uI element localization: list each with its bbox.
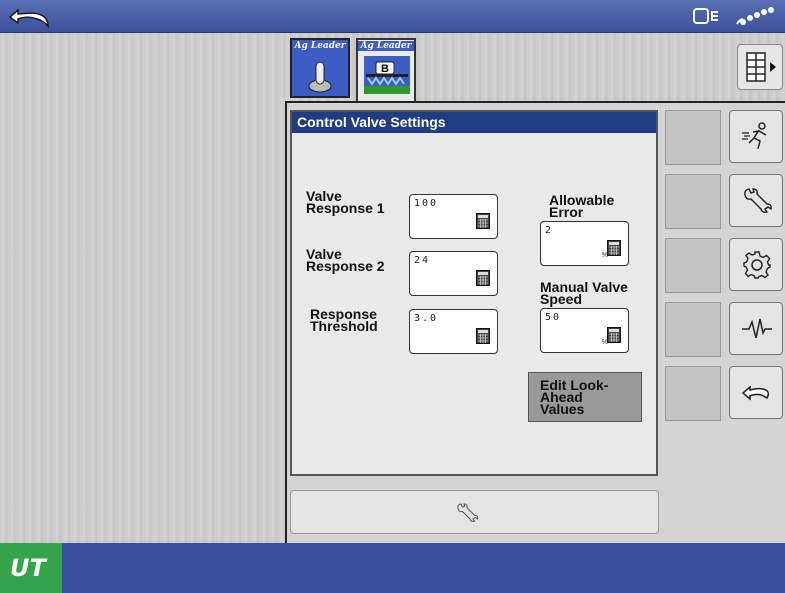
status-indicators xyxy=(691,2,781,30)
response-threshold-label: Response Threshold xyxy=(310,306,378,334)
gear-icon xyxy=(743,251,771,279)
valve-response-2-label: Valve Response 2 xyxy=(306,246,385,274)
side-slot xyxy=(665,110,721,165)
edit-look-ahead-values-button[interactable]: Edit Look- Ahead Values xyxy=(528,372,642,422)
gps-signal-icon xyxy=(736,7,774,25)
universal-terminal-logo[interactable]: UT xyxy=(0,543,62,593)
calculator-icon xyxy=(476,270,490,286)
calculator-icon xyxy=(476,328,490,344)
settings-button[interactable] xyxy=(729,238,783,291)
wrench-icon xyxy=(744,188,772,213)
manual-valve-speed-label: Manual Valve Speed xyxy=(540,279,628,307)
field-value: 3.0 xyxy=(414,313,439,324)
dialog-title: Control Valve Settings xyxy=(292,112,656,133)
field-value: 50 xyxy=(545,312,562,323)
grid-menu-icon xyxy=(746,52,776,82)
valve-response-1-field[interactable]: 100 xyxy=(409,194,498,239)
side-slot xyxy=(665,238,721,293)
side-slot xyxy=(665,366,721,421)
run-screen-area xyxy=(0,33,285,543)
app-tab-ag-leader-a[interactable]: Ag Leader xyxy=(290,38,350,98)
run-screen-button[interactable] xyxy=(729,110,783,163)
back-arrow-icon xyxy=(8,8,49,29)
side-slot xyxy=(665,174,721,229)
allowable-error-label: Allowable Error xyxy=(549,192,615,220)
logo-text: UT xyxy=(10,554,46,582)
response-threshold-field[interactable]: 3.0 xyxy=(409,309,498,354)
tools-button[interactable] xyxy=(290,490,659,534)
waveform-icon xyxy=(742,318,772,339)
brand-label: Ag Leader xyxy=(358,41,414,51)
brand-label: Ag Leader xyxy=(294,41,346,51)
screen-layout-button[interactable] xyxy=(737,44,783,90)
diagnostics-button[interactable] xyxy=(729,302,783,355)
back-button-side[interactable] xyxy=(729,366,783,419)
field-value: 2 xyxy=(545,225,554,236)
field-value: 100 xyxy=(414,198,439,209)
joystick-icon xyxy=(308,61,332,93)
valve-response-2-field[interactable]: 24 xyxy=(409,251,498,296)
display-link-icon xyxy=(693,8,718,24)
calculator-icon xyxy=(607,327,621,343)
allowable-error-field[interactable]: 2 % xyxy=(540,221,629,266)
top-bar xyxy=(0,0,785,33)
valve-response-1-label: Valve Response 1 xyxy=(306,188,385,216)
back-button[interactable] xyxy=(6,4,58,29)
sprayer-boom-icon: B xyxy=(364,56,410,94)
bottom-bar xyxy=(0,543,785,593)
side-slot xyxy=(665,302,721,357)
section-badge: B xyxy=(381,63,389,75)
back-arrow-icon xyxy=(741,385,770,401)
app-tab-ag-leader-b[interactable]: Ag Leader B xyxy=(356,38,416,102)
manual-valve-speed-field[interactable]: 50 % xyxy=(540,308,629,353)
setup-button[interactable] xyxy=(729,174,783,227)
calculator-icon xyxy=(607,240,621,256)
field-value: 24 xyxy=(414,255,431,266)
running-person-icon xyxy=(742,122,767,150)
calculator-icon xyxy=(476,213,490,229)
wrench-icon xyxy=(457,503,479,522)
